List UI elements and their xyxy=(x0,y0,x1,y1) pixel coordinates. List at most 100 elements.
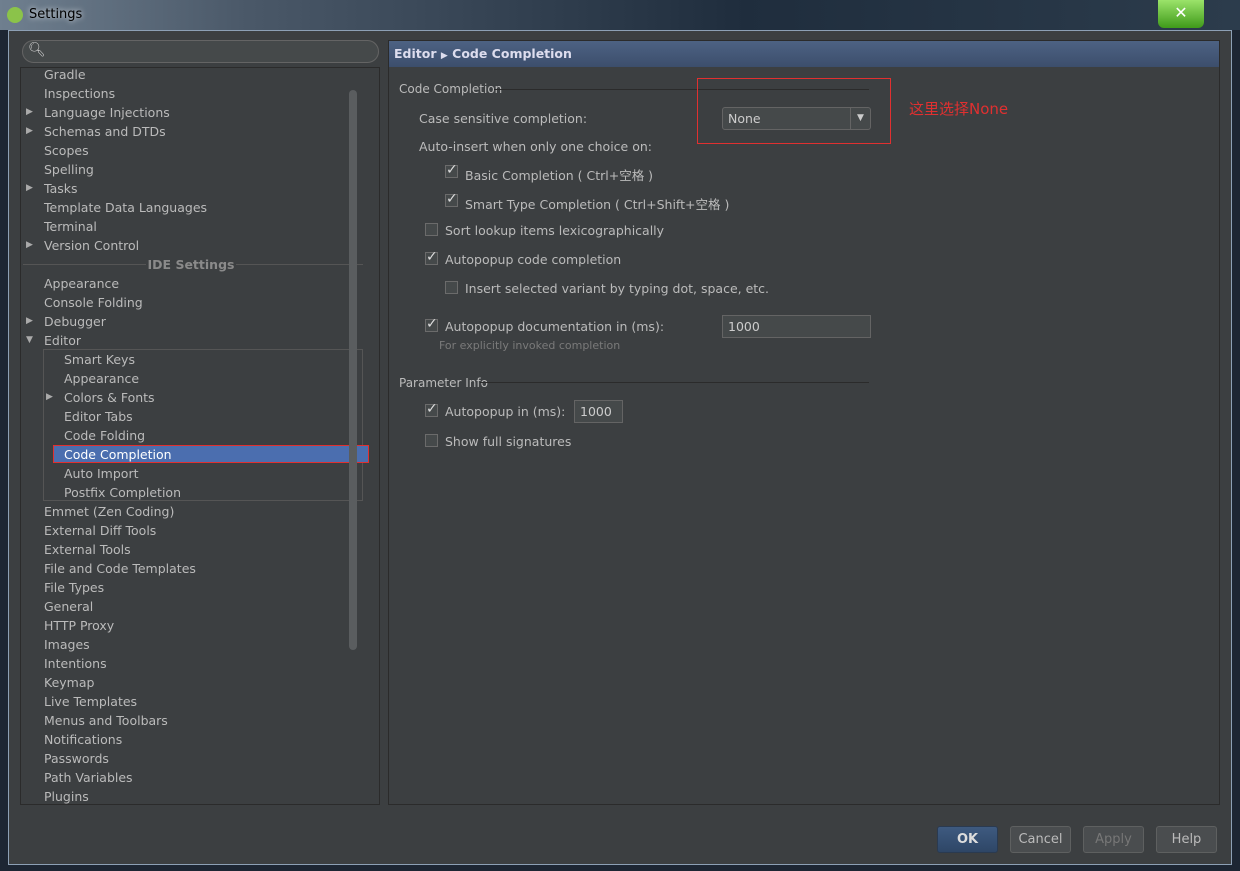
tree-item[interactable]: Passwords xyxy=(44,749,109,768)
tree-item-label: Schemas and DTDs xyxy=(44,124,166,139)
tree-item-label: Passwords xyxy=(44,751,109,766)
tree-item[interactable]: Colors & Fonts xyxy=(64,388,155,407)
chevron-down-icon[interactable]: ▼ xyxy=(26,335,33,345)
section-header: IDE Settings xyxy=(147,257,235,272)
full-signatures-label: Show full signatures xyxy=(445,434,572,449)
param-autopopup-input[interactable]: 1000 xyxy=(574,400,623,423)
tree-item-label: Scopes xyxy=(44,143,89,158)
group-title: Parameter Info xyxy=(399,376,488,390)
tree-item[interactable]: Language Injections xyxy=(44,103,170,122)
window-title: Settings xyxy=(29,7,83,22)
tree-item[interactable]: File and Code Templates xyxy=(44,559,196,578)
tree-item-label: External Diff Tools xyxy=(44,523,157,538)
case-sensitive-label: Case sensitive completion: xyxy=(419,111,588,126)
divider xyxy=(480,382,869,383)
tree-item-label: Keymap xyxy=(44,675,95,690)
tree-item-label: Language Injections xyxy=(44,105,170,120)
smart-completion-checkbox[interactable] xyxy=(445,191,458,207)
tree-item[interactable]: Intentions xyxy=(44,654,107,673)
tree-item[interactable]: Path Variables xyxy=(44,768,133,787)
tree-item-label: Debugger xyxy=(44,314,106,329)
tree-item[interactable]: Smart Keys xyxy=(64,350,135,369)
basic-completion-checkbox[interactable] xyxy=(445,162,458,178)
tree-item-label: Editor xyxy=(44,333,81,348)
insert-variant-checkbox[interactable] xyxy=(445,281,458,294)
tree-item[interactable]: Plugins xyxy=(44,787,89,806)
tree-item[interactable]: Auto Import xyxy=(64,464,138,483)
tree-item[interactable]: Inspections xyxy=(44,84,115,103)
autopopup-label: Autopopup code completion xyxy=(445,252,622,267)
tree-item[interactable]: Gradle xyxy=(44,65,86,84)
tree-item[interactable]: Version Control xyxy=(44,236,139,255)
tree-item-label: File and Code Templates xyxy=(44,561,196,576)
tree-item-label: Tasks xyxy=(44,181,78,196)
autopopup-doc-label: Autopopup documentation in (ms): xyxy=(445,319,665,334)
tree-item[interactable]: Console Folding xyxy=(44,293,143,312)
tree-item-label: Code Folding xyxy=(64,428,146,443)
chevron-right-icon[interactable]: ▶ xyxy=(46,392,53,402)
search-input[interactable]: 🔍︎ xyxy=(22,40,379,63)
autopopup-doc-input[interactable]: 1000 xyxy=(722,315,871,338)
tree-item-label: Terminal xyxy=(44,219,97,234)
tree-item-label: Spelling xyxy=(44,162,94,177)
param-autopopup-label: Autopopup in (ms): xyxy=(445,404,566,419)
tree-item[interactable]: Notifications xyxy=(44,730,122,749)
tree-item-label: Version Control xyxy=(44,238,140,253)
apply-button[interactable]: Apply xyxy=(1083,826,1144,853)
tree-item-label: Code Completion xyxy=(64,447,172,462)
tree-item[interactable]: Code Folding xyxy=(64,426,145,445)
tree-item[interactable]: Editor xyxy=(44,331,81,350)
tree-item[interactable]: Scopes xyxy=(44,141,89,160)
full-signatures-checkbox[interactable] xyxy=(425,434,438,447)
tree-item[interactable]: Appearance xyxy=(64,369,139,388)
chevron-right-icon[interactable]: ▶ xyxy=(26,107,33,117)
param-autopopup-checkbox[interactable] xyxy=(425,401,438,417)
tree-item-label: Live Templates xyxy=(44,694,138,709)
tree-item[interactable]: Emmet (Zen Coding) xyxy=(44,502,174,521)
close-button[interactable]: ✕ xyxy=(1158,0,1204,28)
autopopup-checkbox[interactable] xyxy=(425,249,438,265)
tree-item-label: Template Data Languages xyxy=(44,200,208,215)
chevron-right-icon[interactable]: ▶ xyxy=(26,183,33,193)
tree-item-label: External Tools xyxy=(44,542,131,557)
tree-item-label: Inspections xyxy=(44,86,116,101)
tree-item[interactable]: Spelling xyxy=(44,160,94,179)
tree-item-label: Plugins xyxy=(44,789,89,804)
tree-item[interactable]: Postfix Completion xyxy=(64,483,181,502)
sort-lookup-checkbox[interactable] xyxy=(425,223,438,236)
tree-item[interactable]: Schemas and DTDs xyxy=(44,122,166,141)
chevron-right-icon[interactable]: ▶ xyxy=(26,316,33,326)
tree-item[interactable]: General xyxy=(44,597,93,616)
tree-item[interactable]: Appearance xyxy=(44,274,119,293)
help-button[interactable]: Help xyxy=(1156,826,1217,853)
title-bar xyxy=(0,0,1240,30)
tree-item[interactable]: Template Data Languages xyxy=(44,198,207,217)
tree-item[interactable]: Live Templates xyxy=(44,692,137,711)
basic-completion-label: Basic Completion ( Ctrl+空格 ) xyxy=(465,168,654,183)
tree-item-label: General xyxy=(44,599,94,614)
group-title: Code Completion xyxy=(399,82,503,96)
tree-item[interactable]: HTTP Proxy xyxy=(44,616,114,635)
cancel-button[interactable]: Cancel xyxy=(1010,826,1071,853)
tree-item[interactable]: External Diff Tools xyxy=(44,521,156,540)
tree-item[interactable]: Debugger xyxy=(44,312,106,331)
tree-scrollbar[interactable] xyxy=(349,90,357,650)
tree-item-label: Emmet (Zen Coding) xyxy=(44,504,175,519)
tree-item-label: File Types xyxy=(44,580,105,595)
tree-item[interactable]: Terminal xyxy=(44,217,97,236)
tree-item[interactable]: Tasks xyxy=(44,179,78,198)
tree-item-label: Intentions xyxy=(44,656,107,671)
tree-item[interactable]: External Tools xyxy=(44,540,131,559)
chevron-right-icon[interactable]: ▶ xyxy=(26,126,33,136)
autopopup-doc-checkbox[interactable] xyxy=(425,316,438,332)
tree-item-label: Colors & Fonts xyxy=(64,390,155,405)
tree-item[interactable]: Code Completion xyxy=(64,445,172,464)
tree-item[interactable]: Menus and Toolbars xyxy=(44,711,168,730)
chevron-right-icon[interactable]: ▶ xyxy=(26,240,33,250)
tree-item[interactable]: Keymap xyxy=(44,673,94,692)
tree-item-label: Smart Keys xyxy=(64,352,135,367)
tree-item[interactable]: Images xyxy=(44,635,90,654)
tree-item[interactable]: Editor Tabs xyxy=(64,407,133,426)
tree-item[interactable]: File Types xyxy=(44,578,104,597)
ok-button[interactable]: OK xyxy=(937,826,998,853)
